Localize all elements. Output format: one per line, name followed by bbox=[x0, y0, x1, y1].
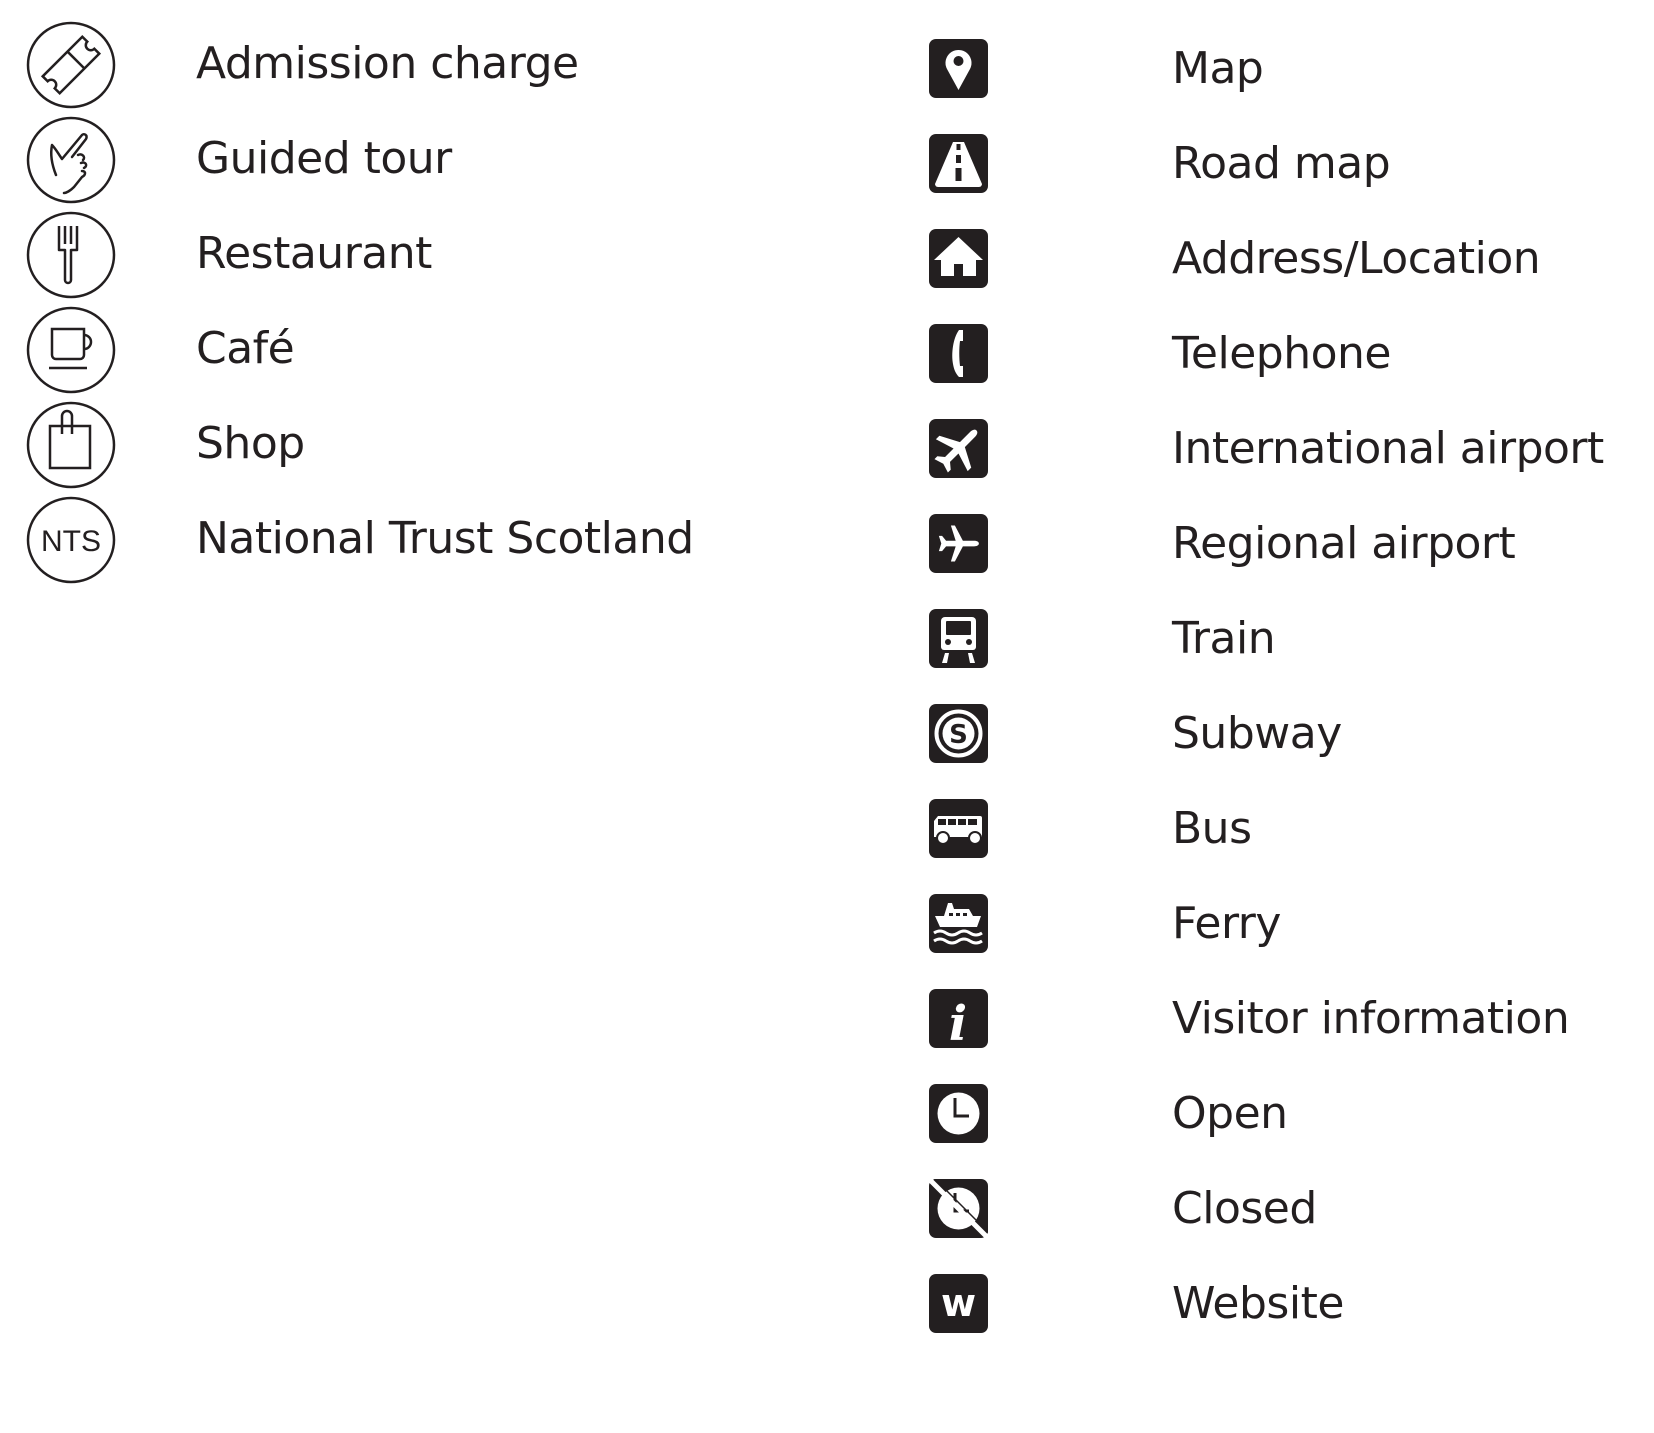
subway-icon: S bbox=[929, 704, 988, 763]
bus-icon bbox=[929, 799, 988, 858]
plane-large-icon bbox=[929, 419, 988, 478]
svg-text:S: S bbox=[949, 720, 968, 750]
legend-label: Train bbox=[1172, 613, 1276, 664]
legend-label: Ferry bbox=[1172, 898, 1281, 949]
legend-label: International airport bbox=[1172, 423, 1604, 474]
ferry-icon bbox=[929, 894, 988, 953]
clock-crossed-icon bbox=[929, 1179, 988, 1238]
house-icon bbox=[929, 229, 988, 288]
legend-label: National Trust Scotland bbox=[196, 513, 694, 564]
website-icon: w bbox=[929, 1274, 988, 1333]
legend-label: Telephone bbox=[1172, 328, 1391, 379]
svg-text:i: i bbox=[949, 996, 967, 1048]
pointing-hand-icon bbox=[26, 116, 116, 204]
info-icon: i bbox=[929, 989, 988, 1048]
legend-label: Road map bbox=[1172, 138, 1391, 189]
legend-label: Address/Location bbox=[1172, 233, 1541, 284]
legend-label: Shop bbox=[196, 418, 305, 469]
legend-label: Subway bbox=[1172, 708, 1342, 759]
legend-label: Café bbox=[196, 323, 295, 374]
map-pin-icon bbox=[929, 39, 988, 98]
legend-label: Guided tour bbox=[196, 133, 452, 184]
legend-label: Visitor information bbox=[1172, 993, 1570, 1044]
shopping-bag-icon bbox=[26, 401, 116, 489]
ticket-icon bbox=[26, 21, 116, 109]
train-icon bbox=[929, 609, 988, 668]
legend-label: Admission charge bbox=[196, 38, 579, 89]
coffee-cup-icon bbox=[26, 306, 116, 394]
legend-label: Open bbox=[1172, 1088, 1288, 1139]
legend-label: Bus bbox=[1172, 803, 1252, 854]
clock-icon bbox=[929, 1084, 988, 1143]
svg-text:w: w bbox=[941, 1281, 976, 1325]
nts-icon: NTS bbox=[26, 496, 116, 584]
telephone-icon bbox=[929, 324, 988, 383]
svg-text:NTS: NTS bbox=[41, 525, 101, 558]
legend-label: Restaurant bbox=[196, 228, 432, 279]
fork-icon bbox=[26, 211, 116, 299]
plane-small-icon bbox=[929, 514, 988, 573]
road-icon bbox=[929, 134, 988, 193]
legend-label: Closed bbox=[1172, 1183, 1317, 1234]
legend-label: Website bbox=[1172, 1278, 1344, 1329]
legend-label: Map bbox=[1172, 43, 1264, 94]
legend-label: Regional airport bbox=[1172, 518, 1516, 569]
